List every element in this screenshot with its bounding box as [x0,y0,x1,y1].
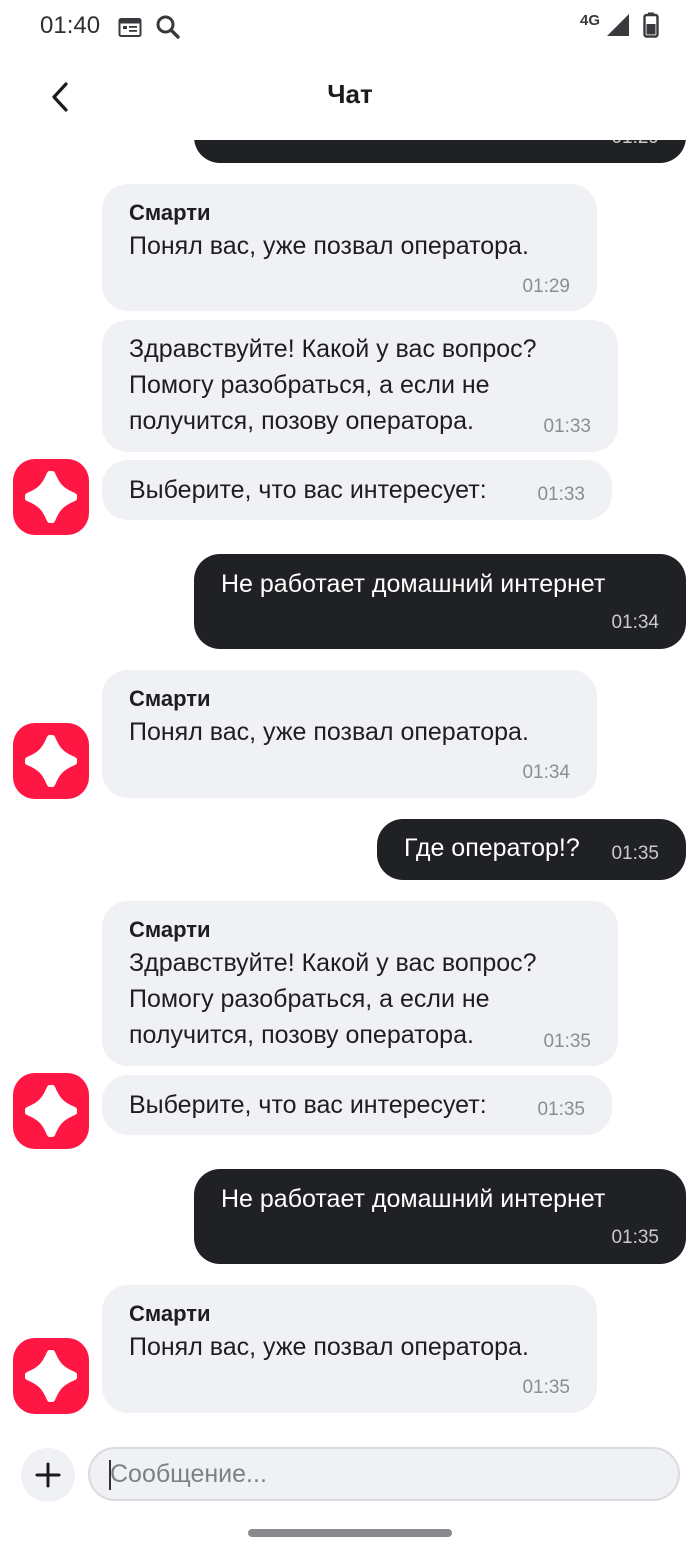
message-bot: Здравствуйте! Какой у вас вопрос? Помогу… [102,320,618,452]
message-time: 01:35 [543,1031,591,1052]
message-text: Понял вас, уже позвал оператора. [129,718,529,746]
chat-history: 01:29 Смарти Понял вас, уже позвал опера… [0,0,700,1556]
battery-icon [643,12,659,43]
message-time: 01:33 [537,484,585,505]
message-time: 01:34 [611,612,659,633]
message-time: 01:35 [611,843,659,864]
message-bot: Смарти Понял вас, уже позвал оператора. … [102,1285,597,1413]
message-time: 01:33 [543,416,591,437]
message-bot: Смарти Понял вас, уже позвал оператора. … [102,184,597,311]
message-bot: Смарти Здравствуйте! Какой у вас вопрос?… [102,901,618,1066]
message-text: Не работает домашний интернет [221,1185,606,1213]
network-type: 4G [580,12,601,29]
message-bot: Выберите, что вас интересует: 01:33 [102,460,612,520]
message-bot: Выберите, что вас интересует: 01:35 [102,1075,612,1135]
message-user: Где оператор!? 01:35 [377,819,686,880]
status-bar: 01:40 4G [0,0,700,55]
message-sender: Смарти [129,1301,211,1326]
bot-avatar-icon [25,471,77,523]
signal-icon [604,13,630,42]
message-bot: Смарти Понял вас, уже позвал оператора. … [102,670,597,798]
message-input[interactable] [88,1447,680,1501]
message-text: Выберите, что вас интересует: [129,1091,487,1119]
message-time: 01:35 [537,1099,585,1120]
message-time: 01:35 [611,1227,659,1248]
message-sender: Смарти [129,917,211,942]
message-user: Не работает домашний интернет 01:34 [194,554,686,649]
bot-avatar-icon [25,1085,77,1137]
search-icon [155,14,181,45]
message-text: Выберите, что вас интересует: [129,476,487,504]
attach-button[interactable] [21,1448,75,1502]
message-text: Помогу разобраться, а если не [129,985,490,1013]
message-text: Понял вас, уже позвал оператора. [129,1333,529,1361]
message-text: Здравствуйте! Какой у вас вопрос? [129,335,537,363]
calendar-icon [118,16,142,43]
status-time: 01:40 [40,12,101,39]
text-caret [109,1460,111,1490]
page-title: Чат [327,79,373,109]
message-sender: Смарти [129,200,211,225]
home-indicator[interactable] [248,1529,452,1537]
message-text: Не работает домашний интернет [221,570,606,598]
bot-avatar-icon [25,1350,77,1402]
message-text: получится, позову оператора. [129,1021,474,1049]
message-composer [0,1430,700,1556]
message-text: Где оператор!? [404,834,580,862]
message-text: Помогу разобраться, а если не [129,371,490,399]
plus-icon [35,1462,61,1488]
message-text: Понял вас, уже позвал оператора. [129,232,529,260]
bot-avatar [13,723,89,799]
message-text: получится, позову оператора. [129,407,474,435]
bot-avatar [13,1338,89,1414]
message-sender: Смарти [129,686,211,711]
message-time: 01:29 [522,276,570,297]
bot-avatar [13,459,89,535]
bot-avatar [13,1073,89,1149]
message-user: Не работает домашний интернет 01:35 [194,1169,686,1264]
message-time: 01:35 [522,1377,570,1398]
header: Чат [0,55,700,140]
message-time: 01:34 [522,762,570,783]
message-text: Здравствуйте! Какой у вас вопрос? [129,949,537,977]
bot-avatar-icon [25,735,77,787]
